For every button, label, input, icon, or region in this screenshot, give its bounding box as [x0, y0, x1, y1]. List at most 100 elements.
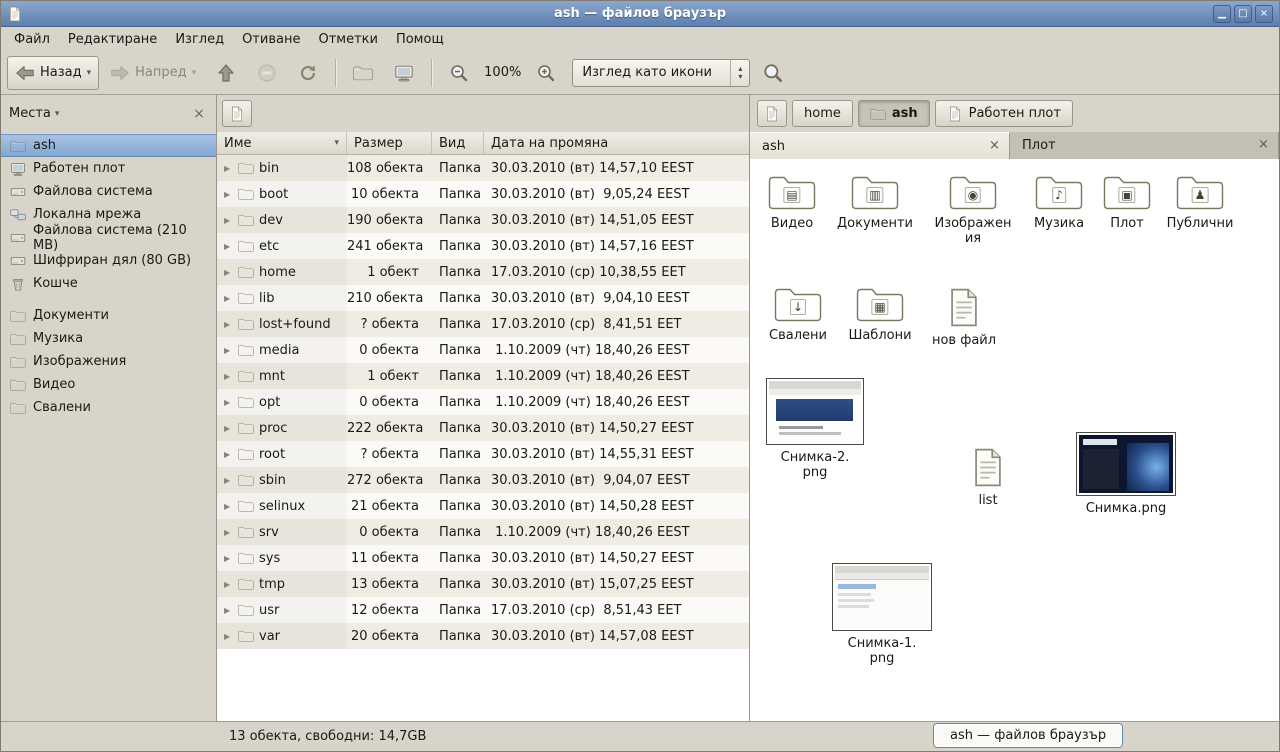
icon-view-item[interactable]: ▦Шаблони [838, 285, 922, 343]
expander-icon[interactable]: ▶ [224, 502, 233, 511]
sidebar-selector-chevron-icon[interactable]: ▾ [55, 109, 60, 119]
menu-item[interactable]: Отметки [309, 27, 386, 51]
expander-icon[interactable]: ▶ [224, 424, 233, 433]
computer-button[interactable] [385, 56, 423, 90]
icon-view-item[interactable]: нов файл [922, 287, 1006, 348]
icon-view-item[interactable]: ▥Документи [833, 173, 917, 231]
sidebar-item[interactable]: Файлова система [1, 180, 216, 203]
table-row[interactable]: ▶sbin272 обектаПапка30.03.2010 (вт) 9,04… [217, 467, 749, 493]
table-row[interactable]: ▶media0 обектаПапка 1.10.2009 (чт) 18,40… [217, 337, 749, 363]
breadcrumb-button[interactable]: ash [858, 100, 930, 127]
taskbar-window-button[interactable]: ash — файлов браузър [933, 723, 1123, 748]
expander-icon[interactable]: ▶ [224, 554, 233, 563]
column-header-size[interactable]: Размер [347, 132, 432, 154]
home-button[interactable] [344, 56, 382, 90]
table-row[interactable]: ▶sys11 обектаПапка30.03.2010 (вт) 14,50,… [217, 545, 749, 571]
table-row[interactable]: ▶etc241 обектаПапка30.03.2010 (вт) 14,57… [217, 233, 749, 259]
table-row[interactable]: ▶srv0 обектаПапка 1.10.2009 (чт) 18,40,2… [217, 519, 749, 545]
sidebar-item[interactable]: Файлова система (210 MB) [1, 226, 216, 249]
table-row[interactable]: ▶boot10 обектаПапка30.03.2010 (вт) 9,05,… [217, 181, 749, 207]
back-button[interactable]: Назад ▾ [7, 56, 99, 90]
icon-view-item[interactable]: Снимка.png [1076, 432, 1176, 516]
sidebar-item[interactable]: Музика [1, 327, 216, 350]
sidebar-item[interactable]: Видео [1, 373, 216, 396]
menu-item[interactable]: Отиване [233, 27, 309, 51]
menu-item[interactable]: Помощ [387, 27, 453, 51]
expander-icon[interactable]: ▶ [224, 268, 233, 277]
icon-view-item[interactable]: ◉Изображения [931, 173, 1015, 246]
icon-view-item[interactable]: Снимка-2.png [766, 378, 864, 480]
expander-icon[interactable]: ▶ [224, 164, 233, 173]
column-header-name[interactable]: Име ▾ [217, 132, 347, 154]
sidebar-item[interactable]: Свалени [1, 396, 216, 419]
expander-icon[interactable]: ▶ [224, 372, 233, 381]
expander-icon[interactable]: ▶ [224, 294, 233, 303]
icon-view-item[interactable]: ▤Видео [750, 173, 834, 231]
back-history-chevron-icon[interactable]: ▾ [87, 68, 92, 78]
menu-item[interactable]: Редактиране [59, 27, 166, 51]
sidebar-item[interactable]: ash [1, 134, 216, 157]
title-bar[interactable]: ash — файлов браузър ▁ □ × [1, 1, 1279, 27]
table-row[interactable]: ▶root? обектаПапка30.03.2010 (вт) 14,55,… [217, 441, 749, 467]
expander-icon[interactable]: ▶ [224, 320, 233, 329]
table-row[interactable]: ▶lost+found? обектаПапка17.03.2010 (ср) … [217, 311, 749, 337]
column-header-type[interactable]: Вид [432, 132, 484, 154]
search-button[interactable] [753, 56, 793, 90]
expander-icon[interactable]: ▶ [224, 606, 233, 615]
table-row[interactable]: ▶tmp13 обектаПапка30.03.2010 (вт) 15,07,… [217, 571, 749, 597]
table-row[interactable]: ▶bin108 обектаПапка30.03.2010 (вт) 14,57… [217, 155, 749, 181]
breadcrumb-button[interactable]: home [792, 100, 853, 127]
expander-icon[interactable]: ▶ [224, 398, 233, 407]
location-toggle-button[interactable] [757, 100, 787, 127]
expander-icon[interactable]: ▶ [224, 528, 233, 537]
icon-view-item[interactable]: ▣Плот [1085, 173, 1169, 231]
expander-icon[interactable]: ▶ [224, 242, 233, 251]
forward-button[interactable]: Напред ▾ [102, 56, 204, 90]
table-row[interactable]: ▶mnt1 обектПапка 1.10.2009 (чт) 18,40,26… [217, 363, 749, 389]
reload-button[interactable] [289, 56, 327, 90]
sidebar-close-button[interactable]: × [190, 106, 208, 122]
column-header-date[interactable]: Дата на промяна [484, 132, 749, 154]
table-row[interactable]: ▶proc222 обектаПапка30.03.2010 (вт) 14,5… [217, 415, 749, 441]
sidebar-item[interactable]: Кошче [1, 272, 216, 295]
location-toggle-button[interactable] [222, 100, 252, 127]
expander-icon[interactable]: ▶ [224, 580, 233, 589]
tab-close-icon[interactable]: × [1255, 137, 1272, 154]
expander-icon[interactable]: ▶ [224, 476, 233, 485]
up-button[interactable] [207, 56, 245, 90]
table-row[interactable]: ▶home1 обектПапка17.03.2010 (ср) 10,38,5… [217, 259, 749, 285]
menu-item[interactable]: Файл [5, 27, 59, 51]
sidebar-item[interactable]: Документи [1, 304, 216, 327]
icon-view-item[interactable]: Снимка-1.png [832, 563, 932, 666]
sidebar-item[interactable]: Изображения [1, 350, 216, 373]
close-button[interactable]: × [1255, 5, 1273, 23]
icon-view[interactable]: ▤Видео▥Документи◉Изображения♪Музика▣Плот… [750, 159, 1279, 721]
icon-view-item[interactable]: ♟Публични [1158, 173, 1242, 231]
zoom-in-button[interactable] [527, 56, 565, 90]
sidebar-item[interactable]: Работен плот [1, 157, 216, 180]
maximize-button[interactable]: □ [1234, 5, 1252, 23]
expander-icon[interactable]: ▶ [224, 346, 233, 355]
tab[interactable]: ash× [750, 132, 1010, 159]
breadcrumb-button[interactable]: Работен плот [935, 100, 1073, 127]
sidebar-item[interactable]: Шифриран дял (80 GB) [1, 249, 216, 272]
expander-icon[interactable]: ▶ [224, 632, 233, 641]
table-row[interactable]: ▶usr12 обектаПапка17.03.2010 (ср) 8,51,4… [217, 597, 749, 623]
table-row[interactable]: ▶dev190 обектаПапка30.03.2010 (вт) 14,51… [217, 207, 749, 233]
expander-icon[interactable]: ▶ [224, 190, 233, 199]
table-row[interactable]: ▶selinux21 обектаПапка30.03.2010 (вт) 14… [217, 493, 749, 519]
tab[interactable]: Плот× [1010, 132, 1279, 159]
table-row[interactable]: ▶lib210 обектаПапка30.03.2010 (вт) 9,04,… [217, 285, 749, 311]
minimize-button[interactable]: ▁ [1213, 5, 1231, 23]
table-row[interactable]: ▶var20 обектаПапка30.03.2010 (вт) 14,57,… [217, 623, 749, 649]
icon-view-item[interactable]: list [946, 447, 1030, 508]
expander-icon[interactable]: ▶ [224, 216, 233, 225]
table-row[interactable]: ▶opt0 обектаПапка 1.10.2009 (чт) 18,40,2… [217, 389, 749, 415]
icon-view-item[interactable]: ↓Свалени [756, 285, 840, 343]
stop-button[interactable] [248, 56, 286, 90]
sort-chevron-icon[interactable]: ▾ [334, 138, 339, 148]
tab-close-icon[interactable]: × [986, 138, 1003, 155]
menu-item[interactable]: Изглед [166, 27, 233, 51]
zoom-out-button[interactable] [440, 56, 478, 90]
view-mode-select[interactable]: Изглед като икони ▴ ▾ [572, 59, 750, 87]
